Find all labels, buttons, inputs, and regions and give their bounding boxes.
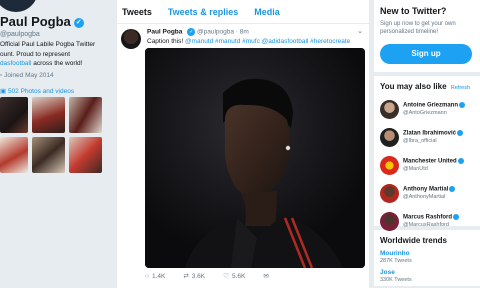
- avatar: [380, 99, 399, 119]
- tweet-handle-time: @paulpogba · 8m: [197, 28, 249, 36]
- tweet[interactable]: Paul Pogba ✓ @paulpogba · 8m ⌄ Caption t…: [117, 24, 369, 49]
- verified-icon: ✓: [187, 28, 196, 36]
- media-thumbnail[interactable]: [32, 97, 65, 133]
- like-button[interactable]: ♡ 5.6K: [223, 272, 245, 281]
- who-to-follow-title: You may also like Refresh: [380, 82, 471, 91]
- profile-avatar[interactable]: [0, 0, 38, 12]
- tweet-author[interactable]: Paul Pogba: [147, 29, 182, 36]
- joined-date: ▫ Joined May 2014: [0, 72, 54, 79]
- signup-card: New to Twitter? Sign up now to get your …: [374, 0, 480, 72]
- avatar: [380, 155, 399, 175]
- reply-icon: ○: [145, 272, 149, 280]
- avatar: [380, 183, 399, 203]
- suggestion-item[interactable]: Marcus Rashford @MarcusRashford: [380, 211, 474, 231]
- tweet-actions: ○ 1.4K ⇄ 3.6K ♡ 5.6K ✉: [145, 272, 269, 281]
- verified-icon: [449, 186, 456, 193]
- avatar: [380, 211, 399, 231]
- refresh-link[interactable]: Refresh: [451, 85, 470, 91]
- profile-tabs: Tweets Tweets & replies Media: [117, 0, 369, 24]
- signup-subtitle: Sign up now to get your own personalized…: [380, 21, 456, 35]
- media-thumbnail[interactable]: [32, 137, 65, 173]
- media-thumbnail[interactable]: [0, 137, 28, 173]
- retweet-icon: ⇄: [183, 273, 189, 280]
- trends-title: Worldwide trends: [380, 236, 447, 245]
- heart-icon: ♡: [223, 273, 229, 280]
- verified-icon: [457, 158, 464, 165]
- profile-bio: Official Paul Labile Pogba Twitter ount.…: [0, 41, 96, 67]
- bio-hashtag-link[interactable]: dasfootball: [0, 60, 31, 67]
- who-to-follow-card: You may also like Refresh Antoine Griezm…: [374, 76, 480, 231]
- media-thumbnail[interactable]: [69, 137, 102, 173]
- suggestion-item[interactable]: Zlatan Ibrahimović @Ibra_official: [380, 127, 474, 147]
- reply-button[interactable]: ○ 1.4K: [145, 272, 165, 280]
- photos-videos-link[interactable]: ▣ 502 Photos and videos: [0, 87, 74, 95]
- verified-icon: [457, 130, 464, 137]
- trend-item[interactable]: Jose 330K Tweets: [380, 269, 474, 283]
- trend-item[interactable]: Mourinho 287K Tweets: [380, 250, 474, 264]
- chevron-down-icon[interactable]: ⌄: [357, 27, 363, 35]
- tweet-text: Caption this! @manutd #manutd #mufc @adi…: [147, 38, 351, 45]
- avatar: [380, 127, 399, 147]
- verified-icon: [453, 214, 460, 221]
- right-sidebar: New to Twitter? Sign up now to get your …: [374, 0, 480, 288]
- profile-name: Paul Pogba ✓: [0, 14, 84, 29]
- envelope-icon: ✉: [263, 273, 269, 280]
- tweet-photo[interactable]: [145, 48, 365, 268]
- suggestion-item[interactable]: Manchester United @ManUtd: [380, 155, 474, 175]
- profile-column: Paul Pogba ✓ @paulpogba Official Paul Lab…: [0, 0, 112, 288]
- media-thumbnail[interactable]: [69, 97, 102, 133]
- media-thumbnail[interactable]: [0, 97, 28, 133]
- signup-title: New to Twitter?: [380, 6, 447, 16]
- photo-icon: ▣: [0, 88, 8, 95]
- media-thumbnails: [0, 97, 108, 173]
- tab-tweets-replies[interactable]: Tweets & replies: [168, 7, 238, 17]
- message-button[interactable]: ✉: [263, 272, 268, 280]
- signup-button[interactable]: Sign up: [380, 44, 472, 64]
- verified-icon: ✓: [73, 17, 84, 28]
- profile-handle: @paulpogba: [0, 31, 40, 38]
- suggestion-item[interactable]: Antoine Griezmann @AntoGriezmann: [380, 99, 474, 119]
- timeline: Tweets Tweets & replies Media Paul Pogba…: [117, 0, 369, 288]
- tweet-avatar[interactable]: [121, 29, 141, 49]
- tweet-hashtags[interactable]: @manutd #manutd #mufc @adidasfootball #h…: [183, 38, 350, 45]
- trends-card: Worldwide trends Mourinho 287K Tweets Jo…: [374, 230, 480, 286]
- tweet-photo-image: [145, 48, 365, 268]
- suggestion-item[interactable]: Anthony Martial @AnthonyMartial: [380, 183, 474, 203]
- retweet-button[interactable]: ⇄ 3.6K: [183, 272, 205, 281]
- verified-icon: [459, 102, 466, 109]
- tab-tweets[interactable]: Tweets: [122, 7, 152, 17]
- tab-media[interactable]: Media: [254, 7, 280, 17]
- tweet-header: Paul Pogba ✓ @paulpogba · 8m: [147, 28, 363, 36]
